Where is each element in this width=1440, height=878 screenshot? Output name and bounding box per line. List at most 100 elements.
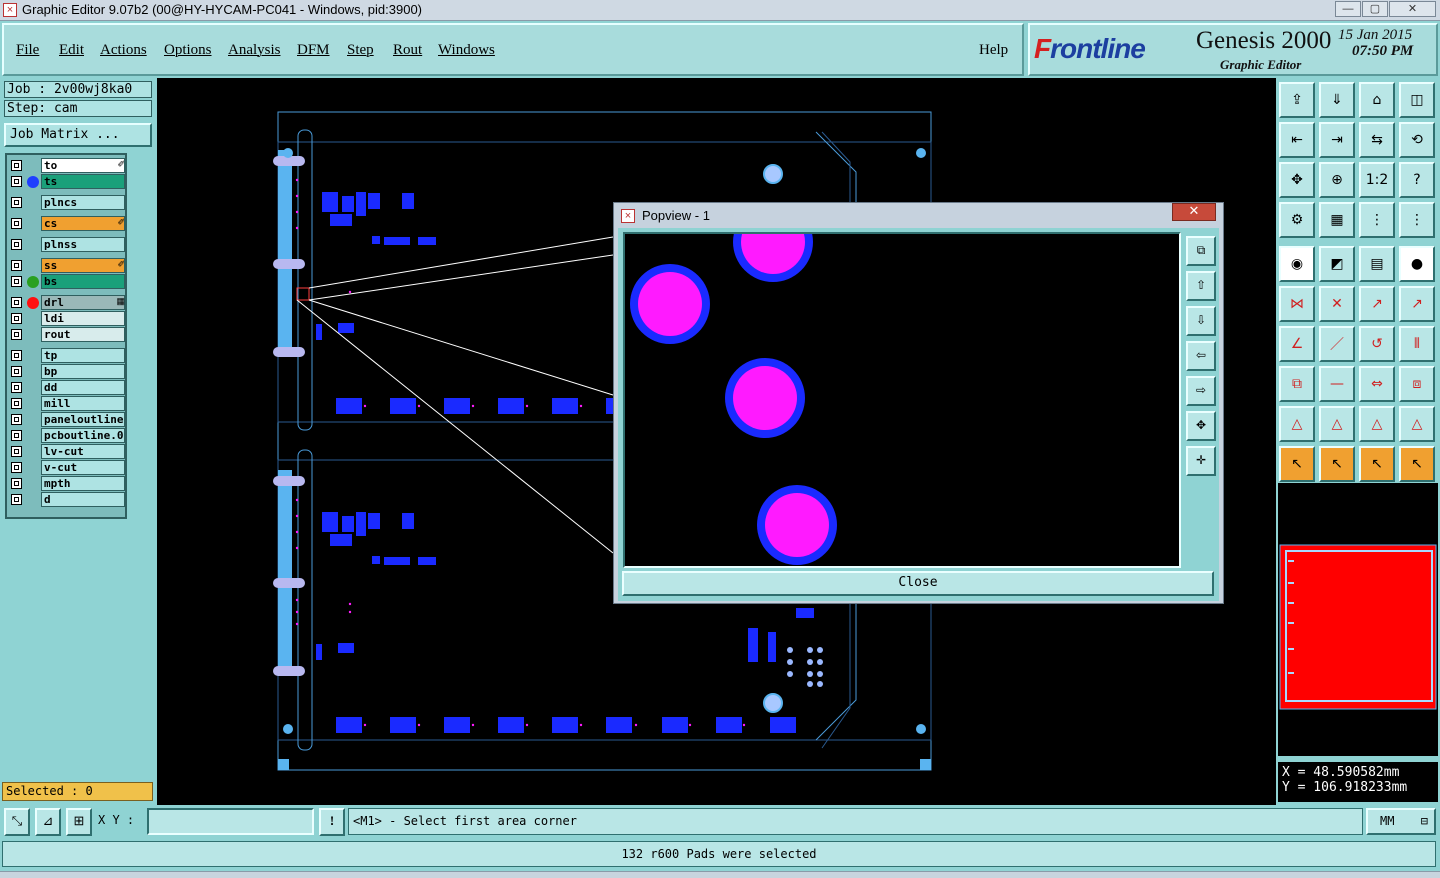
popview-canvas[interactable] <box>623 232 1181 568</box>
menu-actions[interactable]: Actions <box>100 42 147 59</box>
layer-row-bp[interactable]: bp <box>7 364 127 380</box>
popview-pan-down-icon[interactable]: ⇩ <box>1186 306 1216 336</box>
settings-icon[interactable]: ⚙ <box>1279 202 1315 238</box>
close-window-button[interactable]: ✕ <box>1389 1 1436 17</box>
layer-row-cs[interactable]: cs ✐ <box>7 216 127 232</box>
layer-checkbox[interactable] <box>11 478 22 489</box>
zoom-area-icon[interactable]: ⤡ <box>4 808 30 836</box>
layer-name[interactable]: pcboutline.0 <box>41 428 125 443</box>
layer-checkbox[interactable] <box>11 197 22 208</box>
menu-options[interactable]: Options <box>164 42 212 59</box>
menu-help[interactable]: Help <box>979 42 1008 59</box>
layer-name[interactable]: mill <box>41 396 125 411</box>
layer-checkbox[interactable] <box>11 176 22 187</box>
layer-row-ts[interactable]: ts <box>7 174 127 190</box>
menu-dfm[interactable]: DFM <box>297 42 330 59</box>
select-box-icon[interactable]: ↖ <box>1319 446 1355 482</box>
menu-step[interactable]: Step <box>347 42 374 59</box>
split-view-icon[interactable]: ◫ <box>1399 82 1435 118</box>
ruler-icon[interactable]: ▤ <box>1359 246 1395 282</box>
layer-name[interactable]: paneloutline <box>41 412 125 427</box>
back-icon[interactable]: ⇤ <box>1279 122 1315 158</box>
layer-row-ss[interactable]: ss ✐ <box>7 258 127 274</box>
layer-checkbox[interactable] <box>11 160 22 171</box>
open-icon[interactable]: ⇪ <box>1279 82 1315 118</box>
popview-close-icon[interactable]: ✕ <box>1172 203 1216 221</box>
menu-file[interactable]: File <box>16 42 39 59</box>
layer-checkbox[interactable] <box>11 276 22 287</box>
snap-grid-icon[interactable]: ⊞ <box>66 808 92 836</box>
layer-checkbox[interactable] <box>11 366 22 377</box>
layer-name[interactable]: bp <box>41 364 125 379</box>
layer-name[interactable]: bs <box>41 274 125 289</box>
popview-close-button[interactable]: Close <box>622 571 1214 596</box>
minimize-button[interactable]: — <box>1335 1 1361 17</box>
popview-pan-right-icon[interactable]: ⇨ <box>1186 376 1216 406</box>
layer-row-tp[interactable]: tp <box>7 348 127 364</box>
layer-row-plnss[interactable]: plnss <box>7 237 127 253</box>
layer-row-mpth[interactable]: mpth <box>7 476 127 492</box>
cross-icon[interactable]: ✕ <box>1319 286 1355 322</box>
layer-checkbox[interactable] <box>11 414 22 425</box>
layer-row-v-cut[interactable]: v-cut <box>7 460 127 476</box>
triangle-icon[interactable]: △ <box>1359 406 1395 442</box>
measure-icon[interactable]: ⊿ <box>35 808 61 836</box>
layer-checkbox[interactable] <box>11 329 22 340</box>
popview-pan-up-icon[interactable]: ⇧ <box>1186 271 1216 301</box>
group-icon[interactable]: ⧈ <box>1399 366 1435 402</box>
layer-checkbox[interactable] <box>11 239 22 250</box>
menu-edit[interactable]: Edit <box>59 42 84 59</box>
stretch-icon[interactable]: ⇔ <box>1359 366 1395 402</box>
layer-checkbox[interactable] <box>11 398 22 409</box>
layer-name[interactable]: v-cut <box>41 460 125 475</box>
layer-checkbox[interactable] <box>11 382 22 393</box>
home-icon[interactable]: ⌂ <box>1359 82 1395 118</box>
pad-icon[interactable]: ◉ <box>1279 246 1315 282</box>
layer-checkbox[interactable] <box>11 297 22 308</box>
arrow-icon[interactable]: ↗ <box>1359 286 1395 322</box>
layer-name[interactable]: dd <box>41 380 125 395</box>
color-icon[interactable]: ◩ <box>1319 246 1355 282</box>
layer-row-paneloutline[interactable]: paneloutline <box>7 412 127 428</box>
layer-row-drl[interactable]: drl ▦ <box>7 295 127 311</box>
layer-checkbox[interactable] <box>11 260 22 271</box>
zoom-fit-icon[interactable]: ✥ <box>1279 162 1315 198</box>
layer-name[interactable]: drl <box>41 295 125 310</box>
copy-icon[interactable]: ⧉ <box>1279 366 1315 402</box>
dot-icon[interactable]: ● <box>1399 246 1435 282</box>
popview-pan-left-icon[interactable]: ⇦ <box>1186 341 1216 371</box>
line-icon[interactable]: ／ <box>1319 326 1355 362</box>
xy-input[interactable] <box>147 808 314 835</box>
arc-icon[interactable]: ↺ <box>1359 326 1395 362</box>
layer-name[interactable]: plncs <box>41 195 125 210</box>
layer-checkbox[interactable] <box>11 218 22 229</box>
layer-row-dd[interactable]: dd <box>7 380 127 396</box>
bus-icon[interactable]: ⫴ <box>1399 326 1435 362</box>
layer-name[interactable]: ts <box>41 174 125 189</box>
popview-title-bar[interactable]: × Popview - 1 <box>614 203 1223 227</box>
layer-row-plncs[interactable]: plncs <box>7 195 127 211</box>
layer-checkbox[interactable] <box>11 446 22 457</box>
select-round-icon[interactable]: ↖ <box>1359 446 1395 482</box>
menu-rout[interactable]: Rout <box>393 42 422 59</box>
maximize-button[interactable]: ▢ <box>1362 1 1388 17</box>
layer-row-rout[interactable]: rout <box>7 327 127 343</box>
layer-row-mill[interactable]: mill <box>7 396 127 412</box>
layer-name[interactable]: plnss <box>41 237 125 252</box>
hline-icon[interactable]: — <box>1319 366 1355 402</box>
layer-row-to[interactable]: to ✐ <box>7 158 127 174</box>
swap-icon[interactable]: ⇆ <box>1359 122 1395 158</box>
layer-row-ldi[interactable]: ldi <box>7 311 127 327</box>
layers-red-icon[interactable]: ⋮ <box>1399 202 1435 238</box>
layer-name[interactable]: ss <box>41 258 125 273</box>
select-net-icon[interactable]: ↖ <box>1399 446 1435 482</box>
layer-checkbox[interactable] <box>11 494 22 505</box>
layer-row-d[interactable]: d <box>7 492 127 508</box>
layer-name[interactable]: d <box>41 492 125 507</box>
zoom-ratio-icon[interactable]: 1:2 <box>1359 162 1395 198</box>
triangle-icon[interactable]: △ <box>1319 406 1355 442</box>
triangle-icon[interactable]: △ <box>1279 406 1315 442</box>
layer-name[interactable]: cs <box>41 216 125 231</box>
forward-icon[interactable]: ⇥ <box>1319 122 1355 158</box>
layer-row-lv-cut[interactable]: lv-cut <box>7 444 127 460</box>
